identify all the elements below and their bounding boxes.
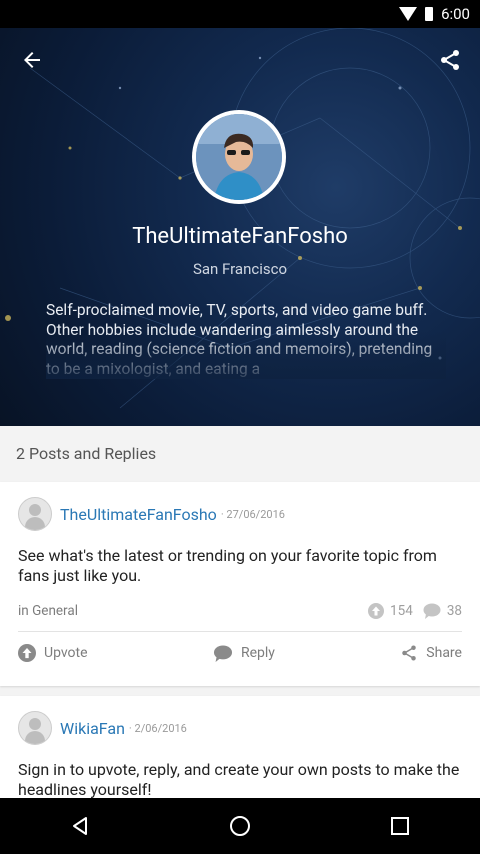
- posts-count-header: 2 Posts and Replies: [0, 426, 480, 482]
- nav-back-icon: [73, 817, 87, 835]
- reply-label: Reply: [240, 645, 275, 661]
- user-avatar[interactable]: [18, 711, 52, 745]
- post-date: · 2/06/2016: [128, 721, 187, 735]
- avatar-photo: [196, 114, 282, 200]
- post-text[interactable]: Sign in to upvote, reply, and create you…: [0, 746, 480, 798]
- share-post-button[interactable]: Share: [400, 644, 462, 662]
- profile-header: TheUltimateFanFosho San Francisco Self-p…: [0, 28, 480, 426]
- nav-recents-button[interactable]: [370, 806, 430, 846]
- nav-home-icon: [230, 816, 250, 836]
- nav-back-button[interactable]: [50, 806, 110, 846]
- profile-bio: Self-proclaimed movie, TV, sports, and v…: [46, 301, 446, 379]
- status-time: 6:00: [441, 5, 470, 23]
- system-nav-bar: [0, 798, 480, 854]
- reply-count: 38: [446, 603, 462, 619]
- profile-avatar: [192, 110, 286, 204]
- back-arrow-icon[interactable]: [20, 48, 44, 72]
- user-avatar[interactable]: [18, 497, 52, 531]
- upvote-count: 154: [390, 603, 413, 619]
- upvote-icon: [18, 644, 36, 662]
- nav-recents-icon: [391, 817, 409, 835]
- upvote-label: Upvote: [44, 645, 88, 661]
- upvote-button[interactable]: Upvote: [18, 644, 88, 662]
- post-date: · 27/06/2016: [220, 507, 285, 521]
- reply-icon: [213, 645, 232, 662]
- share-label: Share: [426, 645, 462, 661]
- post-author[interactable]: WikiaFan: [60, 719, 125, 738]
- upvote-count-icon: [368, 603, 385, 619]
- reply-count-icon: [423, 603, 441, 619]
- post-card[interactable]: WikiaFan · 2/06/2016 Sign in to upvote, …: [0, 696, 480, 798]
- nav-home-button[interactable]: [210, 806, 270, 846]
- share-icon[interactable]: [438, 48, 462, 72]
- wifi-icon: [399, 7, 418, 21]
- battery-icon: [425, 7, 434, 21]
- post-category[interactable]: in General: [18, 603, 78, 619]
- post-card[interactable]: TheUltimateFanFosho · 27/06/2016 See wha…: [0, 482, 480, 686]
- share-icon: [402, 645, 417, 661]
- status-bar: 6:00: [0, 0, 480, 28]
- post-author[interactable]: TheUltimateFanFosho: [60, 505, 217, 524]
- profile-username: TheUltimateFanFosho: [132, 224, 348, 249]
- profile-location: San Francisco: [192, 260, 288, 278]
- reply-button[interactable]: Reply: [213, 645, 275, 662]
- post-text[interactable]: See what's the latest or trending on you…: [0, 532, 480, 585]
